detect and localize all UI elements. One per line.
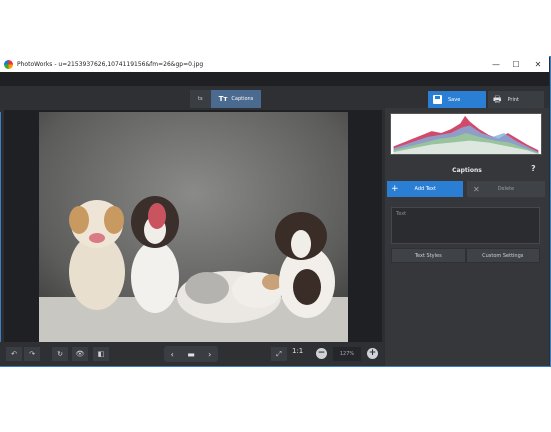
zoom-in-icon[interactable]: + [367,348,378,359]
zoom-out-icon[interactable]: − [316,348,327,359]
save-button[interactable]: Save [428,91,486,108]
menu-bar [0,72,549,86]
title-bar: PhotoWorks - u=2153937626,1074119156&fm=… [0,56,549,72]
minimize-button[interactable]: — [485,56,507,72]
print-button[interactable]: 🖶 Print [488,91,544,108]
window-title: PhotoWorks - u=2153937626,1074119156&fm=… [17,60,204,68]
delete-label: Delete [497,186,515,192]
add-text-label: Add Text [414,186,436,192]
maximize-button[interactable]: ☐ [505,56,527,72]
floppy-disk-icon [433,95,442,104]
undo-icon[interactable]: ↶ [6,347,22,361]
tab-custom-settings[interactable]: Custom Settings [465,248,540,263]
app-logo-icon [4,59,13,69]
mode-tabs: ts Tт Captions [190,90,262,108]
tab-effects[interactable]: ts [190,90,211,108]
fit-screen-icon[interactable]: ⤢ [271,347,287,361]
photo-preview [39,112,348,344]
caption-text-input[interactable]: Text [391,207,540,244]
histogram [390,113,542,155]
plus-icon: + [391,184,399,194]
zoom-value-field[interactable]: 127% [333,347,361,361]
text-icon: Tт [218,95,228,103]
folder-icon[interactable]: ▬ [187,350,195,359]
caption-placeholder: Text [396,211,407,217]
print-label: Print [507,96,520,103]
actual-size-button[interactable]: 1:1 [292,347,303,355]
image-navigation: ‹ ▬ › [164,346,218,362]
eye-icon[interactable]: 👁 [72,347,88,361]
next-image-icon[interactable]: › [208,350,211,359]
tab-captions-label: Captions [231,96,254,102]
panel-title: Captions [452,166,482,174]
close-button[interactable]: ✕ [527,56,549,72]
close-icon: ✕ [473,184,480,194]
tab-text-styles[interactable]: Text Styles [391,248,466,263]
tab-effects-label: ts [198,96,203,102]
redo-icon[interactable]: ↷ [24,347,40,361]
save-label: Save [448,96,461,103]
caption-subtabs: Text Styles Custom Settings [391,248,540,263]
prev-image-icon[interactable]: ‹ [171,350,174,359]
printer-icon: 🖶 [493,94,502,105]
tab-captions[interactable]: Tт Captions [210,90,262,108]
compare-icon[interactable]: ◧ [93,347,109,361]
help-icon[interactable]: ? [531,164,536,173]
delete-button[interactable]: ✕ Delete [467,181,545,197]
rotate-icon[interactable]: ↻ [52,347,68,361]
add-text-button[interactable]: + Add Text [387,181,463,197]
